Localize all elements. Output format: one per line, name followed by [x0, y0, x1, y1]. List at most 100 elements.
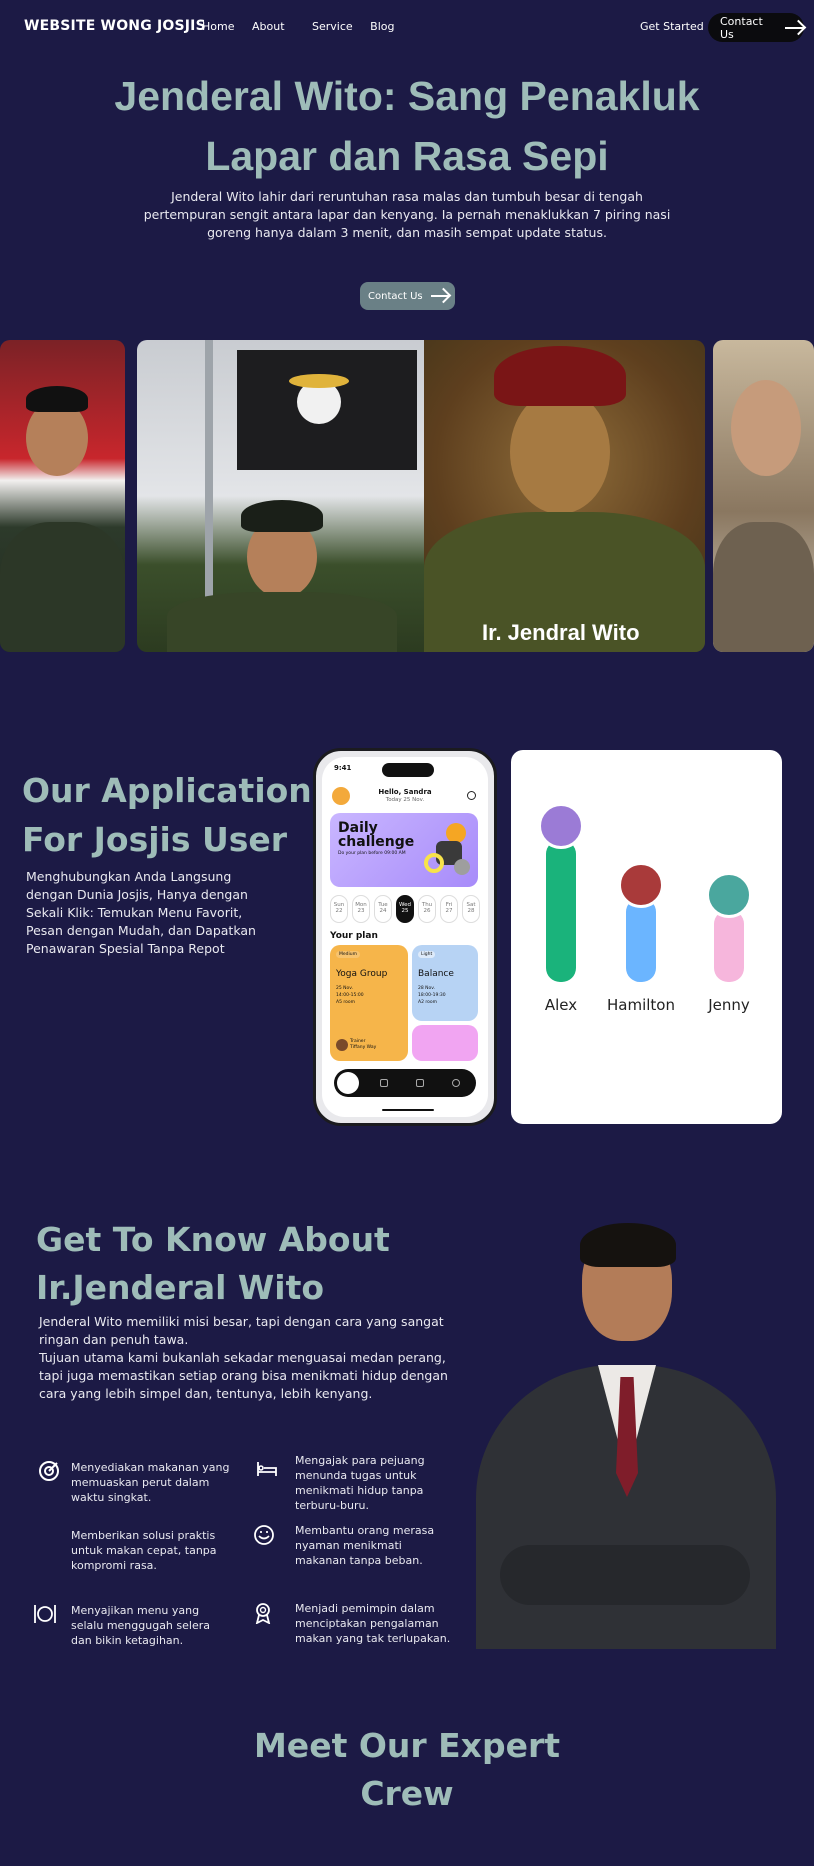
plan-card-extra[interactable]	[412, 1025, 478, 1061]
crew-title-line2: Crew	[360, 1774, 454, 1813]
nav-contact-button[interactable]: Contact Us	[708, 13, 804, 42]
day-chip[interactable]: Tue 24	[374, 895, 392, 923]
day-chip-number: 22	[335, 908, 343, 914]
avatar[interactable]	[706, 872, 752, 918]
crossed-arms-shape	[500, 1545, 750, 1605]
plan-room: A2 room	[418, 1000, 438, 1005]
uniform-shape	[167, 592, 397, 652]
daily-challenge-card[interactable]: Daily challenge Do your plan before 09:0…	[330, 813, 478, 887]
leaderboard-card: Alex Hamilton Jenny	[511, 750, 782, 1124]
feature-item-2: Mengajak para pejuang menunda tugas untu…	[295, 1454, 425, 1512]
hero-contact-button[interactable]: Contact Us	[360, 282, 455, 310]
hero-title-line2: Lapar dan Rasa Sepi	[205, 133, 609, 179]
day-chip-number: 28	[467, 908, 475, 914]
gallery-photo-1[interactable]	[0, 340, 125, 652]
chart-icon[interactable]	[416, 1079, 424, 1087]
brand-logo-text[interactable]: WEBSITE WONG JOSJIS	[24, 18, 206, 34]
day-chip-number: 27	[445, 908, 453, 914]
nav-link-about[interactable]: About	[252, 20, 285, 33]
plan-name: Balance	[418, 969, 454, 979]
plan-card-yoga[interactable]: Medium Yoga Group 25 Nov. 14:00-15:00 A5…	[330, 945, 408, 1061]
gallery-photo-4[interactable]	[713, 340, 814, 652]
nav-link-blog[interactable]: Blog	[370, 20, 394, 33]
challenge-title: Daily challenge	[338, 820, 415, 850]
plan-date: 25 Nov.	[336, 986, 354, 991]
feature-item-5: Menyajikan menu yang selalu menggugah se…	[71, 1604, 210, 1647]
straw-hat-icon	[289, 374, 349, 388]
target-icon	[39, 1461, 59, 1481]
arrow-right-icon	[785, 26, 804, 29]
nav-contact-label: Contact Us	[720, 14, 763, 41]
phone-date: Today 25 Nov.	[385, 797, 425, 803]
smile-icon	[254, 1525, 274, 1545]
avatar[interactable]	[538, 803, 584, 849]
application-title: Our Application For Josjis User	[22, 766, 312, 864]
day-chip[interactable]: Wed 25	[396, 895, 414, 923]
leaderboard-bar-hamilton	[626, 898, 656, 982]
leaderboard-name-jenny: Jenny	[708, 996, 750, 1014]
your-plan-heading: Your plan	[330, 931, 378, 941]
leaderboard-bar-alex	[546, 840, 576, 982]
crew-title: Meet Our Expert Crew	[0, 1722, 814, 1818]
search-icon[interactable]	[467, 791, 476, 800]
portrait-face	[731, 380, 801, 476]
phone-screen: 9:41 Hello, Sandra Today 25 Nov. Daily c…	[322, 757, 488, 1117]
day-chip-number: 25	[401, 908, 409, 914]
photo-gallery	[0, 340, 814, 652]
feature-item-6: Menjadi pemimpin dalam menciptakan penga…	[295, 1602, 451, 1645]
application-title-line2: For Josjis User	[22, 820, 288, 859]
uniform-shape	[0, 522, 125, 652]
home-indicator	[382, 1109, 434, 1111]
day-chip[interactable]: Sat 28	[462, 895, 480, 923]
plan-time: 18:00-19:30	[418, 993, 446, 998]
feature-item-4: Membantu orang merasa nyaman menikmati m…	[295, 1524, 435, 1567]
application-title-line1: Our Application	[22, 771, 312, 810]
hero-title: Jenderal Wito: Sang Penakluk Lapar dan R…	[60, 66, 754, 186]
grid-icon[interactable]	[380, 1079, 388, 1087]
arrow-right-icon	[430, 295, 449, 297]
about-portrait	[470, 1215, 782, 1649]
hero-contact-label: Contact Us	[368, 290, 423, 302]
crew-title-line1: Meet Our Expert	[253, 1726, 561, 1765]
day-chip[interactable]: Mon 23	[352, 895, 370, 923]
portrait-face	[510, 390, 610, 514]
gallery-photo-2[interactable]	[137, 340, 424, 652]
cap-shape	[241, 500, 323, 532]
avatar[interactable]	[618, 862, 664, 908]
day-chip-number: 23	[357, 908, 365, 914]
get-started-link[interactable]: Get Started	[640, 20, 704, 33]
feature-item-1: Menyediakan makanan yang memuaskan perut…	[71, 1461, 230, 1504]
cap-shape	[26, 386, 88, 412]
nav-link-service[interactable]: Service	[312, 20, 353, 33]
about-title-line2: Ir.Jenderal Wito	[36, 1268, 325, 1307]
trainer-name: Tiffany Way	[350, 1045, 377, 1050]
day-chip-number: 24	[379, 908, 387, 914]
day-chip[interactable]: Thu 26	[418, 895, 436, 923]
phone-notch	[382, 763, 434, 777]
trainer-avatar	[336, 1039, 348, 1051]
trainer-info: Trainer Tiffany Way	[350, 1039, 376, 1051]
about-description: Jenderal Wito memiliki misi besar, tapi …	[39, 1314, 448, 1401]
phone-mockup: 9:41 Hello, Sandra Today 25 Nov. Daily c…	[313, 748, 497, 1126]
hair-shape	[580, 1223, 676, 1267]
gallery-photo-3[interactable]	[424, 340, 705, 652]
leaderboard-bar-jenny	[714, 910, 744, 982]
phone-greeting: Hello, Sandra	[378, 788, 432, 796]
beret-shape	[494, 346, 626, 406]
leaderboard-name-hamilton: Hamilton	[607, 996, 675, 1014]
home-icon[interactable]	[337, 1072, 359, 1094]
feature-item-3: Memberikan solusi praktis untuk makan ce…	[71, 1529, 217, 1572]
plan-date: 28 Nov.	[418, 986, 436, 991]
plan-card-balance[interactable]: Light Balance 28 Nov. 18:00-19:30 A2 roo…	[412, 945, 478, 1021]
difficulty-badge: Light	[418, 951, 436, 958]
day-picker: Sun 22 Mon 23 Tue 24 Wed 25 Thu 26 Fri 27 Sat 28	[330, 895, 480, 923]
top-navigation: WEBSITE WONG JOSJIS Home About Service B…	[0, 0, 814, 54]
nav-link-home[interactable]: Home	[202, 20, 234, 33]
application-description: Menghubungkan Anda Langsung dengan Dunia…	[26, 869, 256, 956]
day-chip[interactable]: Fri 27	[440, 895, 458, 923]
suit-shape	[713, 522, 814, 652]
day-chip[interactable]: Sun 22	[330, 895, 348, 923]
about-title: Get To Know About Ir.Jenderal Wito	[36, 1216, 390, 1312]
plate-cutlery-icon	[34, 1605, 56, 1623]
profile-icon[interactable]	[452, 1079, 460, 1087]
